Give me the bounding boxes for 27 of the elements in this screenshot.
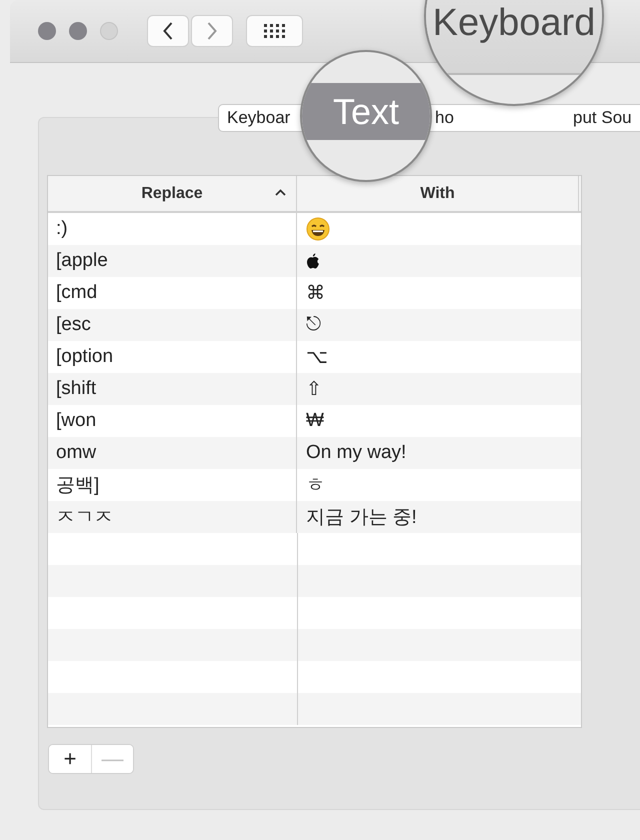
table-cell-text: ⌘ [305,282,326,306]
column-header[interactable]: With [420,184,455,202]
table-cell: ㅈㄱㅈ [48,501,297,533]
window-title: Keyboard [432,2,596,45]
grid-icon [264,24,286,38]
chevron-left-icon [163,22,173,40]
smiley-icon [306,217,330,241]
table-cell: [apple [48,245,297,277]
table-cell: [shift [48,373,297,405]
table-cell-text: ⎋ [305,313,322,337]
table-cell-text: 지금 가는 중! [305,506,418,530]
column-header[interactable]: Replace [141,184,203,202]
table-cell-text: ⌥ [305,346,329,370]
tab[interactable]: Keyboar [227,109,290,127]
table-cell-text: ⇧ [305,378,323,402]
back-button[interactable] [147,15,189,47]
table-cell: omw [48,437,297,469]
apple-icon [306,252,320,270]
close-icon[interactable] [38,22,56,40]
table-cell-text: ㅎ [305,474,326,498]
table-cell: [esc [48,309,297,341]
tab[interactable]: put Sou [573,109,632,127]
show-all-button[interactable] [246,15,303,47]
table-cell-text: On my way! [305,441,408,465]
table-cell-text: ₩ [305,409,325,433]
chevron-right-icon [207,22,217,40]
minimize-icon[interactable] [69,22,87,40]
